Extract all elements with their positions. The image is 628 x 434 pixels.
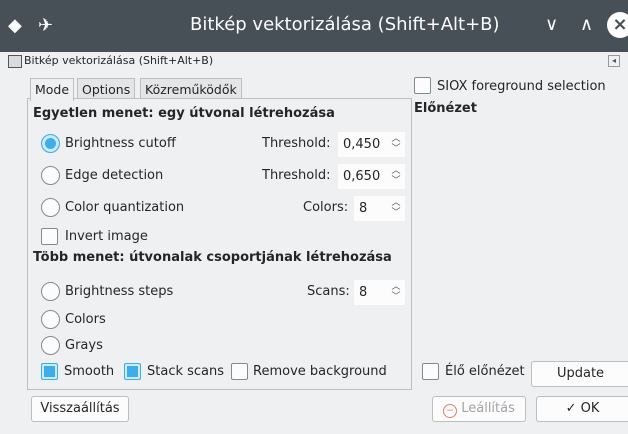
brightness-steps-label: Brightness steps [65,284,174,299]
scans-spinbox[interactable]: 8 ︿ ﹀ [354,280,405,305]
invert-image-checkbox[interactable] [41,228,58,245]
dialog-icon [8,55,22,68]
edge-detection-radio[interactable] [41,166,60,185]
check-icon: ✓ [565,401,577,416]
single-scan-heading: Egyetlen menet: egy útvonal létrehozása [33,106,335,121]
dock-header: Bitkép vektorizálása (Shift+Alt+B) ◂ [0,52,628,70]
stop-button[interactable]: − Leállítás [432,396,526,422]
tab-mode[interactable]: Mode [30,78,75,101]
spin-arrows-icon[interactable]: ︿ ﹀ [390,134,402,154]
brightness-cutoff-label: Brightness cutoff [65,136,176,151]
stop-icon: − [443,404,458,418]
preview-area [414,122,626,354]
tab-contributors[interactable]: Közreműködők [140,78,242,100]
colors-radio[interactable] [41,310,60,329]
color-quantization-label: Color quantization [65,200,185,215]
colors-label: Colors: [303,200,349,215]
minimize-icon[interactable]: ∨ [545,14,558,35]
colors-option-label: Colors [65,312,106,327]
spin-arrows-icon[interactable]: ︿ ﹀ [390,166,402,186]
threshold-label: Threshold: [262,136,331,151]
brightness-cutoff-radio[interactable] [41,134,60,153]
app-menu-icon[interactable]: ◆ [8,15,22,36]
smooth-checkbox[interactable] [41,363,58,380]
smooth-label: Smooth [64,364,115,379]
stack-scans-label: Stack scans [147,364,225,379]
scans-label: Scans: [307,284,350,299]
siox-label: SIOX foreground selection [437,79,606,94]
pin-icon[interactable]: ✈ [38,15,53,36]
brightness-threshold-spinbox[interactable]: 0,450 ︿ ﹀ [338,132,405,157]
grays-radio[interactable] [41,336,60,355]
stack-scans-checkbox[interactable] [124,363,141,380]
colors-spinbox[interactable]: 8 ︿ ﹀ [354,196,405,221]
scans-value: 8 [359,285,368,300]
siox-checkbox[interactable] [414,77,431,94]
window-title: Bitkép vektorizálása (Shift+Alt+B) [190,14,500,35]
color-quantization-radio[interactable] [41,198,60,217]
brightness-threshold-value: 0,450 [343,137,381,152]
close-icon[interactable]: × [607,12,628,38]
spin-arrows-icon[interactable]: ︿ ﹀ [390,198,402,218]
maximize-icon[interactable]: ∧ [580,14,593,35]
reset-button[interactable]: Visszaállítás [31,396,129,422]
live-preview-checkbox[interactable] [422,363,439,380]
window-titlebar: ◆ ✈ Bitkép vektorizálása (Shift+Alt+B) ∨… [0,0,628,52]
ok-button[interactable]: ✓ OK [536,396,628,422]
threshold-label: Threshold: [262,168,331,183]
dock-close-icon[interactable]: ◂ [608,55,620,67]
ok-label: OK [580,401,600,416]
remove-background-label: Remove background [253,364,387,379]
multi-scan-heading: Több menet: útvonalak csoportjának létre… [33,250,392,265]
edge-threshold-value: 0,650 [343,169,381,184]
tab-options[interactable]: Options [77,78,136,100]
remove-background-checkbox[interactable] [231,363,248,380]
brightness-steps-radio[interactable] [41,282,60,301]
live-preview-label: Élő előnézet [445,364,525,379]
invert-image-label: Invert image [65,229,148,244]
preview-heading: Előnézet [414,101,477,116]
dock-title: Bitkép vektorizálása (Shift+Alt+B) [24,54,214,67]
edge-threshold-spinbox[interactable]: 0,650 ︿ ﹀ [338,164,405,189]
spin-arrows-icon[interactable]: ︿ ﹀ [390,282,402,302]
stop-label: Leállítás [461,401,515,416]
grays-label: Grays [65,338,103,353]
edge-detection-label: Edge detection [65,168,164,183]
colors-value: 8 [359,201,368,216]
update-button[interactable]: Update [531,361,628,387]
